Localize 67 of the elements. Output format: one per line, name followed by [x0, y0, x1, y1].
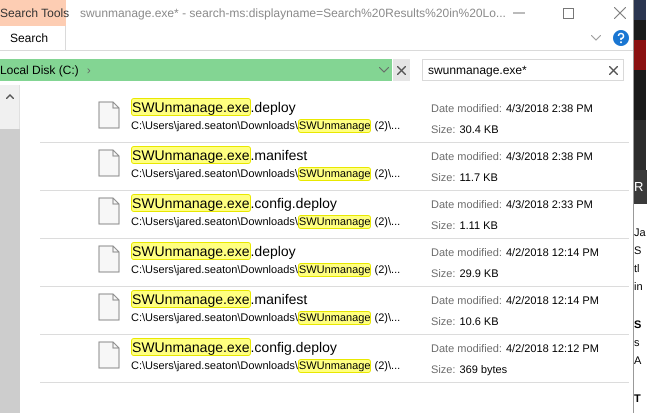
size-label: Size:: [431, 219, 456, 234]
cut-text: A: [634, 354, 642, 369]
size-label: Size:: [431, 315, 456, 330]
date-label: Date modified:: [431, 198, 502, 213]
cut-text: S: [634, 318, 642, 333]
file-icon: [98, 293, 120, 321]
cut-text: Ja: [634, 226, 647, 241]
date-label: Date modified:: [431, 294, 502, 309]
bar-text: R: [634, 178, 644, 196]
close-icon[interactable]: [614, 7, 626, 19]
file-path: C:\Users\jared.seaton\Downloads\SWUnmanage (2)\...: [131, 214, 402, 231]
date-value: 4/2/2018 12:12 PM: [506, 342, 599, 357]
date-label: Date modified:: [431, 342, 502, 357]
date-label: Date modified:: [431, 102, 502, 117]
chevron-down-icon[interactable]: [379, 67, 389, 73]
file-name[interactable]: SWUnmanage.exe.manifest: [131, 289, 431, 309]
size-value: 10.6 KB: [459, 315, 499, 330]
size-label: Size:: [431, 171, 456, 186]
cut-text: T: [634, 392, 642, 407]
size-label: Size:: [431, 267, 456, 282]
date-label: Date modified:: [431, 246, 502, 261]
file-name[interactable]: SWUnmanage.exe.config.deploy: [131, 337, 431, 357]
file-path: C:\Users\jared.seaton\Downloads\SWUnmanage (2)\...: [131, 118, 402, 135]
address-location[interactable]: Local Disk (C:): [0, 61, 79, 79]
scroll-up-icon[interactable]: [6, 94, 14, 99]
file-icon: [98, 149, 120, 177]
clear-button[interactable]: [393, 59, 410, 81]
file-icon: [98, 341, 120, 369]
window-title: swunmanage.exe* - search-ms:displayname=Search%20Results%20in%20Lo...: [80, 5, 506, 22]
file-name[interactable]: SWUnmanage.exe.manifest: [131, 145, 431, 165]
search-input: swunmanage.exe*: [428, 61, 609, 79]
file-icon: [98, 245, 120, 273]
date-value: 4/2/2018 12:14 PM: [506, 294, 599, 309]
cut-text: tl: [634, 262, 640, 277]
size-label: Size:: [431, 123, 456, 138]
size-value: 369 bytes: [459, 363, 508, 378]
date-value: 4/2/2018 12:14 PM: [506, 246, 599, 261]
cut-text: S: [634, 244, 642, 259]
address-bar[interactable]: Local Disk (C:) ›: [0, 59, 392, 81]
date-label: Date modified:: [431, 150, 502, 165]
size-value: 11.7 KB: [459, 171, 498, 186]
cut-text: in: [634, 280, 644, 295]
file-name[interactable]: SWUnmanage.exe.deploy: [131, 97, 431, 117]
size-value: 30.4 KB: [459, 123, 499, 138]
file-icon: [98, 197, 120, 225]
help-icon[interactable]: [613, 30, 629, 46]
scrollbar-thumb[interactable]: [0, 129, 20, 413]
close-icon[interactable]: [609, 66, 618, 74]
maximize-icon[interactable]: [563, 8, 574, 18]
date-value: 4/3/2018 2:33 PM: [506, 198, 593, 213]
file-name[interactable]: SWUnmanage.exe.deploy: [131, 241, 431, 261]
size-label: Size:: [431, 363, 456, 378]
date-value: 4/3/2018 2:38 PM: [506, 150, 593, 165]
file-path: C:\Users\jared.seaton\Downloads\SWUnmanage (2)\...: [131, 166, 402, 183]
file-icon: [98, 101, 120, 129]
close-icon: [397, 66, 406, 74]
scrollbar[interactable]: [0, 85, 20, 413]
search-field[interactable]: swunmanage.exe*: [422, 59, 624, 81]
size-value: 29.9 KB: [459, 267, 499, 282]
file-path: C:\Users\jared.seaton\Downloads\SWUnmanage (2)\...: [131, 310, 402, 327]
date-value: 4/3/2018 2:38 PM: [506, 102, 593, 117]
chevron-down-icon[interactable]: [591, 35, 601, 41]
file-path: C:\Users\jared.seaton\Downloads\SWUnmanage (2)\...: [131, 358, 402, 375]
cut-text: s: [634, 336, 640, 351]
file-name[interactable]: SWUnmanage.exe.config.deploy: [131, 193, 431, 213]
file-path: C:\Users\jared.seaton\Downloads\SWUnmanage (2)\...: [131, 262, 402, 279]
size-value: 1.11 KB: [459, 219, 498, 234]
